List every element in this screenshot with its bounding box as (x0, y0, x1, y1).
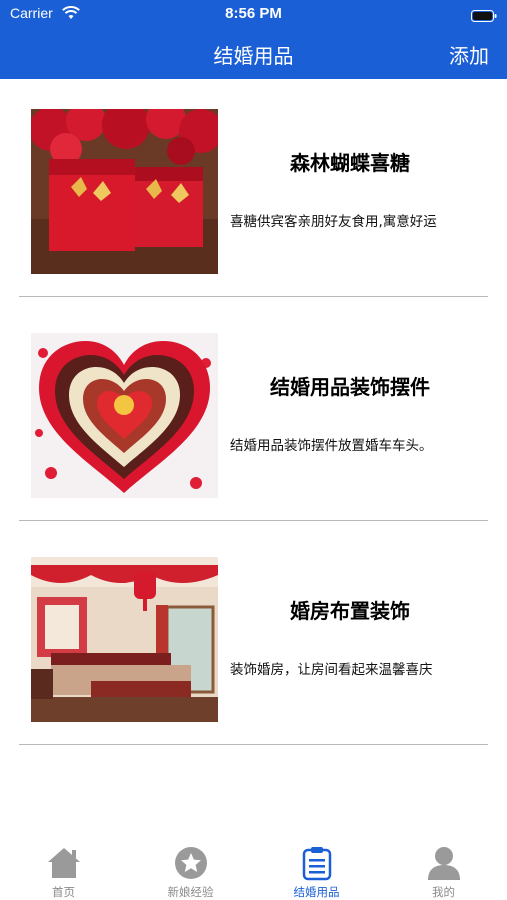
product-list: 森林蝴蝶喜糖 喜糖供宾客亲朋好友食用,寓意好运 结婚用品装饰摆件 结婚用品装饰摆… (0, 79, 507, 751)
item-title: 森林蝴蝶喜糖 (290, 151, 410, 175)
divider (19, 520, 488, 521)
person-icon (426, 845, 462, 881)
tab-mine[interactable]: 我的 (380, 835, 507, 900)
divider (19, 296, 488, 297)
status-bar: Carrier 8:56 PM (0, 0, 507, 26)
tab-label: 首页 (52, 885, 75, 899)
clipboard-icon (299, 845, 335, 881)
item-title: 结婚用品装饰摆件 (270, 375, 430, 399)
item-description: 装饰婚房，让房间看起来温馨喜庆 (230, 662, 433, 678)
item-title: 婚房布置装饰 (290, 599, 410, 623)
item-description: 喜糖供宾客亲朋好友食用,寓意好运 (230, 214, 437, 230)
tab-label: 新娘经验 (167, 885, 214, 899)
tab-bride-experience[interactable]: 新娘经验 (127, 835, 254, 900)
divider (19, 744, 488, 745)
star-icon (173, 845, 209, 881)
wedding-room-image (31, 557, 218, 722)
page-title: 结婚用品 (213, 44, 294, 68)
tab-label: 结婚用品 (293, 885, 340, 899)
battery-icon (471, 7, 497, 22)
tab-bar: 首页 新娘经验 结婚用品 我的 (0, 835, 507, 900)
item-description: 结婚用品装饰摆件放置婚车车头。 (230, 438, 433, 454)
tab-label: 我的 (432, 885, 455, 899)
list-item[interactable]: 森林蝴蝶喜糖 喜糖供宾客亲朋好友食用,寓意好运 (0, 79, 507, 303)
add-button[interactable]: 添加 (449, 40, 489, 69)
status-time: 8:56 PM (225, 5, 282, 22)
home-icon (46, 845, 82, 881)
list-item[interactable]: 结婚用品装饰摆件 结婚用品装饰摆件放置婚车车头。 (0, 303, 507, 527)
candy-boxes-image (31, 109, 218, 274)
list-item[interactable]: 婚房布置装饰 装饰婚房，让房间看起来温馨喜庆 (0, 527, 507, 751)
tab-home[interactable]: 首页 (0, 835, 127, 900)
heart-decoration-image (31, 333, 218, 498)
tab-wedding-supplies[interactable]: 结婚用品 (253, 835, 380, 900)
header: Carrier 8:56 PM 结婚用品 添加 (0, 0, 507, 79)
